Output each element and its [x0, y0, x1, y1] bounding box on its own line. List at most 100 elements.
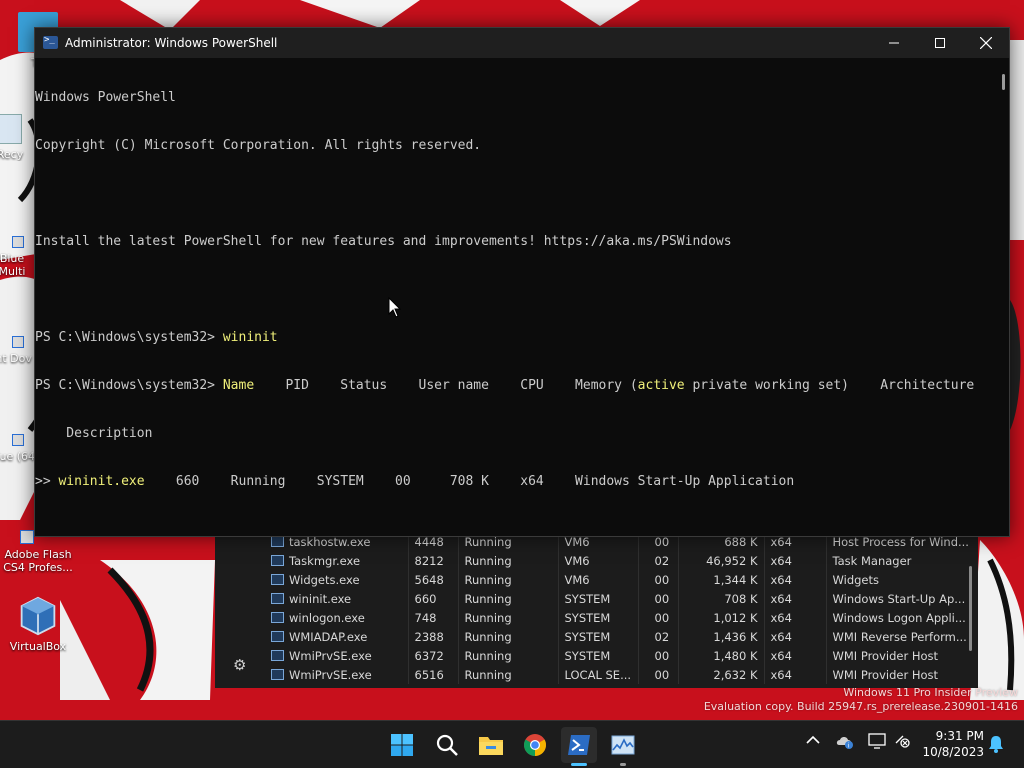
onedrive-icon[interactable]: i [836, 733, 854, 753]
process-row[interactable]: Widgets.exe 5648 Running VM6 00 1,344 Kx64 Wid… [265, 570, 976, 589]
desktop-icon-blue-64[interactable]: Blue (64 [0, 434, 38, 463]
maximize-button[interactable] [917, 28, 963, 58]
process-desc-cell: Windows Logon Appli... [832, 610, 966, 625]
console-text: PID Status User name CPU Memory ( [254, 378, 638, 393]
process-icon [271, 554, 284, 566]
process-name-cell: Taskmgr.exe [265, 551, 409, 570]
process-user-cell: SYSTEM [558, 646, 639, 665]
close-button[interactable] [963, 28, 1009, 58]
console-prompt: >> [35, 474, 59, 489]
recycle-bin-icon [0, 114, 22, 144]
process-status-cell: Running [458, 536, 559, 551]
system-clock[interactable]: 9:31 PM 10/8/2023 [922, 728, 984, 760]
process-row[interactable]: Taskmgr.exe 8212 Running VM6 02 46,952 Kx64 Ta… [265, 551, 976, 570]
process-pid-cell: 660 [408, 589, 459, 608]
display-icon[interactable] [868, 733, 886, 753]
desktop-icon-label: VirtualBox [9, 640, 67, 653]
chrome-button[interactable] [517, 727, 553, 763]
process-arch-cell: x64 [764, 551, 827, 570]
console-line: Description [35, 426, 153, 441]
process-row[interactable]: wininit.exe 660 Running SYSTEM 00 708 Kx64 Win… [265, 589, 976, 608]
process-status-cell: Running [458, 665, 559, 684]
notification-bell-icon[interactable] [988, 735, 1004, 757]
process-cpu-cell: 02 [638, 627, 679, 646]
process-status-cell: Running [458, 570, 559, 589]
search-button[interactable] [429, 727, 465, 763]
console-text: 660 Running SYSTEM 00 708 K x64 Windows … [144, 474, 795, 489]
console-line: Copyright (C) Microsoft Corporation. All… [35, 138, 482, 153]
task-manager-scrollbar[interactable] [969, 566, 972, 651]
start-icon [391, 734, 413, 756]
process-name: wininit.exe [289, 591, 352, 606]
process-row[interactable]: WMIADAP.exe 2388 Running SYSTEM 02 1,436 Kx64… [265, 627, 976, 646]
powershell-icon [568, 735, 590, 755]
process-row[interactable]: WmiPrvSE.exe 6516 Running LOCAL SE... 00 2,63… [265, 665, 976, 684]
process-arch-cell: x64 [764, 646, 827, 665]
desktop-icon-virtualbox[interactable]: VirtualBox [2, 596, 74, 653]
console-command: wininit.exe [58, 474, 145, 489]
process-status-cell: Running [458, 551, 559, 570]
powershell-taskbar-button[interactable] [561, 727, 597, 766]
settings-gear-icon[interactable]: ⚙ [233, 656, 249, 674]
console-command: wininit [222, 330, 278, 345]
console-scrollbar[interactable] [1002, 74, 1005, 90]
powershell-icon [43, 35, 58, 49]
file-explorer-icon [479, 737, 503, 755]
process-mem-cell: 2,632 K [678, 665, 765, 684]
process-row[interactable]: WmiPrvSE.exe 6372 Running SYSTEM 00 1,480 Kx6… [265, 646, 976, 665]
process-arch-cell: x64 [764, 608, 827, 627]
desktop-icon-blue-multi[interactable]: Blue Multi [0, 236, 38, 278]
chevron-up-icon[interactable] [806, 734, 820, 749]
clock-time: 9:31 PM [935, 729, 984, 743]
search-icon [436, 734, 458, 756]
powershell-titlebar[interactable]: Administrator: Windows PowerShell [35, 28, 1009, 58]
minimize-icon [889, 42, 899, 44]
process-cpu-cell: 00 [638, 536, 679, 551]
process-user-cell: LOCAL SE... [558, 665, 639, 684]
process-name: taskhostw.exe [289, 536, 371, 549]
process-table: taskhostw.exe 4448 Running VM6 00 688 Kx64 Hos… [265, 536, 976, 684]
process-status-cell: Running [458, 627, 559, 646]
process-icon [271, 536, 284, 547]
process-name-cell: winlogon.exe [265, 608, 409, 627]
process-name-cell: Widgets.exe [265, 570, 409, 589]
console-text: private working set) Architecture [684, 378, 975, 393]
process-name-cell: WmiPrvSE.exe [265, 665, 409, 684]
process-row[interactable]: winlogon.exe 748 Running SYSTEM 00 1,012 Kx64… [265, 608, 976, 627]
close-icon [980, 37, 992, 49]
virtualbox-icon [20, 596, 56, 636]
minimize-button[interactable] [871, 28, 917, 58]
process-mem-cell: 688 K [678, 536, 765, 551]
clock-date: 10/8/2023 [922, 745, 984, 759]
file-explorer-button[interactable] [473, 727, 509, 763]
console-prompt: PS C:\Windows\system32> [35, 330, 223, 345]
task-manager-window[interactable]: ⚙ taskhostw.exe 4448 Running VM6 00 688 Kx64 H… [215, 536, 978, 688]
process-user-cell: SYSTEM [558, 589, 639, 608]
maximize-icon [935, 38, 945, 48]
powershell-window[interactable]: Administrator: Windows PowerShell Window… [34, 27, 1010, 537]
console-output[interactable]: Windows PowerShell Copyright (C) Microso… [35, 58, 993, 536]
desktop-icon-label: Blue (64 [0, 450, 36, 463]
process-name-cell: WmiPrvSE.exe [265, 646, 409, 665]
process-arch-cell: x64 [764, 665, 827, 684]
process-icon [271, 649, 284, 661]
process-icon [271, 630, 284, 642]
process-name: WmiPrvSE.exe [289, 667, 372, 682]
adobe-flash-icon [20, 530, 34, 544]
process-mem-cell: 1,344 K [678, 570, 765, 589]
process-icon [271, 592, 284, 604]
process-desc-cell: WMI Reverse Perform... [832, 629, 967, 644]
process-mem-cell: 1,012 K [678, 608, 765, 627]
process-user-cell: VM6 [558, 551, 639, 570]
watermark-line: Windows 11 Pro Insider Preview [843, 686, 1018, 699]
process-row[interactable]: taskhostw.exe 4448 Running VM6 00 688 Kx64 Hos… [265, 536, 976, 551]
process-name: Taskmgr.exe [289, 553, 361, 568]
process-name-cell: WMIADAP.exe [265, 627, 409, 646]
process-desc-cell: WMI Provider Host [832, 667, 939, 682]
process-pid-cell: 6372 [408, 646, 459, 665]
start-button[interactable] [384, 727, 420, 763]
task-manager-taskbar-button[interactable] [605, 727, 641, 766]
desktop-icon-int-dov[interactable]: Int Dov [0, 336, 38, 365]
network-icon[interactable] [894, 733, 912, 753]
